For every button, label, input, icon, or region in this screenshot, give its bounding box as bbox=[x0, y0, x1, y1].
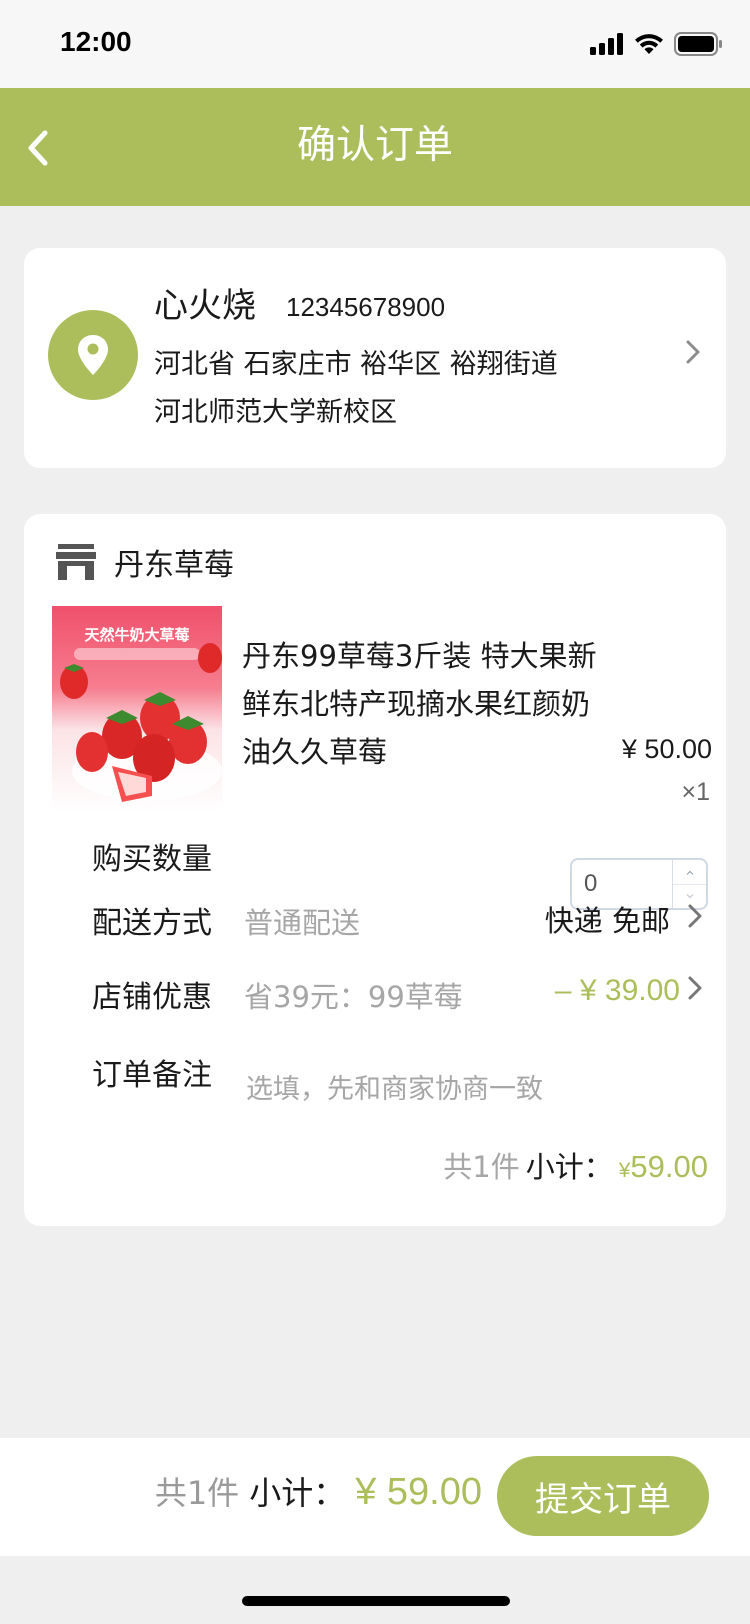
bottom-label: 小计： bbox=[249, 1474, 346, 1512]
address-line-1: 河北省 石家庄市 裕华区 裕翔街道 bbox=[154, 349, 558, 380]
product-price: ¥ 50.00 bbox=[621, 734, 712, 764]
bottom-count: 共1件 bbox=[154, 1474, 240, 1512]
shipping-label: 配送方式 bbox=[92, 906, 212, 941]
page-title: 确认订单 bbox=[296, 123, 453, 168]
caret-down-icon bbox=[686, 894, 693, 899]
note-label: 订单备注 bbox=[92, 1058, 212, 1093]
shipping-value[interactable]: 快递 免邮 bbox=[545, 898, 670, 940]
shipping-option: 普通配送 bbox=[244, 906, 361, 940]
chevron-right-icon[interactable] bbox=[686, 974, 704, 1002]
address-line-2: 河北师范大学新校区 bbox=[154, 397, 397, 428]
address-card[interactable]: 心火烧 12345678900 河北省 石家庄市 裕华区 裕翔街道 河北师范大学… bbox=[24, 248, 726, 468]
strawberry-illustration bbox=[60, 643, 222, 802]
note-input[interactable] bbox=[246, 1064, 666, 1114]
subtotal-label: 小计： bbox=[525, 1150, 613, 1184]
subtotal-row: 共1件 小计： ¥59.00 bbox=[443, 1144, 708, 1186]
discount-value[interactable]: – ¥ 39.00 bbox=[555, 974, 680, 1008]
bottom-bar: 共1件 小计： ¥ 59.00 提交订单 bbox=[0, 1438, 750, 1556]
discount-desc: 省39元：99草莓 bbox=[244, 980, 463, 1014]
store-icon bbox=[56, 544, 96, 580]
status-icons bbox=[590, 30, 722, 58]
battery-icon bbox=[674, 32, 722, 56]
home-indicator bbox=[242, 1596, 510, 1606]
product-quantity: ×1 bbox=[681, 778, 710, 806]
nav-bar: 确认订单 bbox=[0, 88, 750, 206]
subtotal-value: ¥59.00 bbox=[619, 1149, 708, 1185]
quantity-value[interactable]: 0 bbox=[584, 870, 597, 898]
submit-order-button[interactable]: 提交订单 bbox=[497, 1456, 709, 1536]
product-title[interactable]: 丹东99草莓3斤装 特大果新鲜东北特产现摘水果红颜奶油久久草莓 bbox=[242, 632, 612, 776]
signal-icon bbox=[590, 33, 623, 55]
status-bar: 12:00 bbox=[0, 0, 750, 88]
increment-button[interactable] bbox=[673, 860, 706, 884]
recipient-name: 心火烧 bbox=[154, 286, 256, 326]
quantity-label: 购买数量 bbox=[92, 842, 212, 877]
subtotal-count: 共1件 bbox=[443, 1150, 520, 1184]
stepper-buttons bbox=[672, 860, 706, 908]
product-image[interactable]: 天然牛奶大草莓 bbox=[52, 606, 222, 812]
subtotal-currency: ¥ bbox=[618, 1159, 631, 1182]
caret-up-icon bbox=[686, 870, 693, 875]
status-time: 12:00 bbox=[60, 26, 132, 57]
recipient-phone: 12345678900 bbox=[286, 292, 446, 322]
bottom-summary: 共1件 小计： ¥ 59.00 bbox=[155, 1468, 482, 1514]
chevron-right-icon[interactable] bbox=[686, 902, 704, 930]
order-card: 丹东草莓 天然牛奶大草莓 丹东99草莓3斤装 特大果新鲜东北特产现摘水果红颜奶油… bbox=[24, 514, 726, 1226]
bottom-total: ¥ 59.00 bbox=[355, 1471, 482, 1513]
shop-row[interactable]: 丹东草莓 bbox=[56, 540, 234, 584]
location-pin-icon bbox=[48, 310, 138, 400]
wifi-icon bbox=[635, 34, 663, 54]
subtotal-amount: 59.00 bbox=[630, 1149, 708, 1184]
shop-name: 丹东草莓 bbox=[114, 548, 234, 583]
discount-label: 店铺优惠 bbox=[92, 980, 212, 1015]
chevron-right-icon bbox=[686, 340, 700, 364]
